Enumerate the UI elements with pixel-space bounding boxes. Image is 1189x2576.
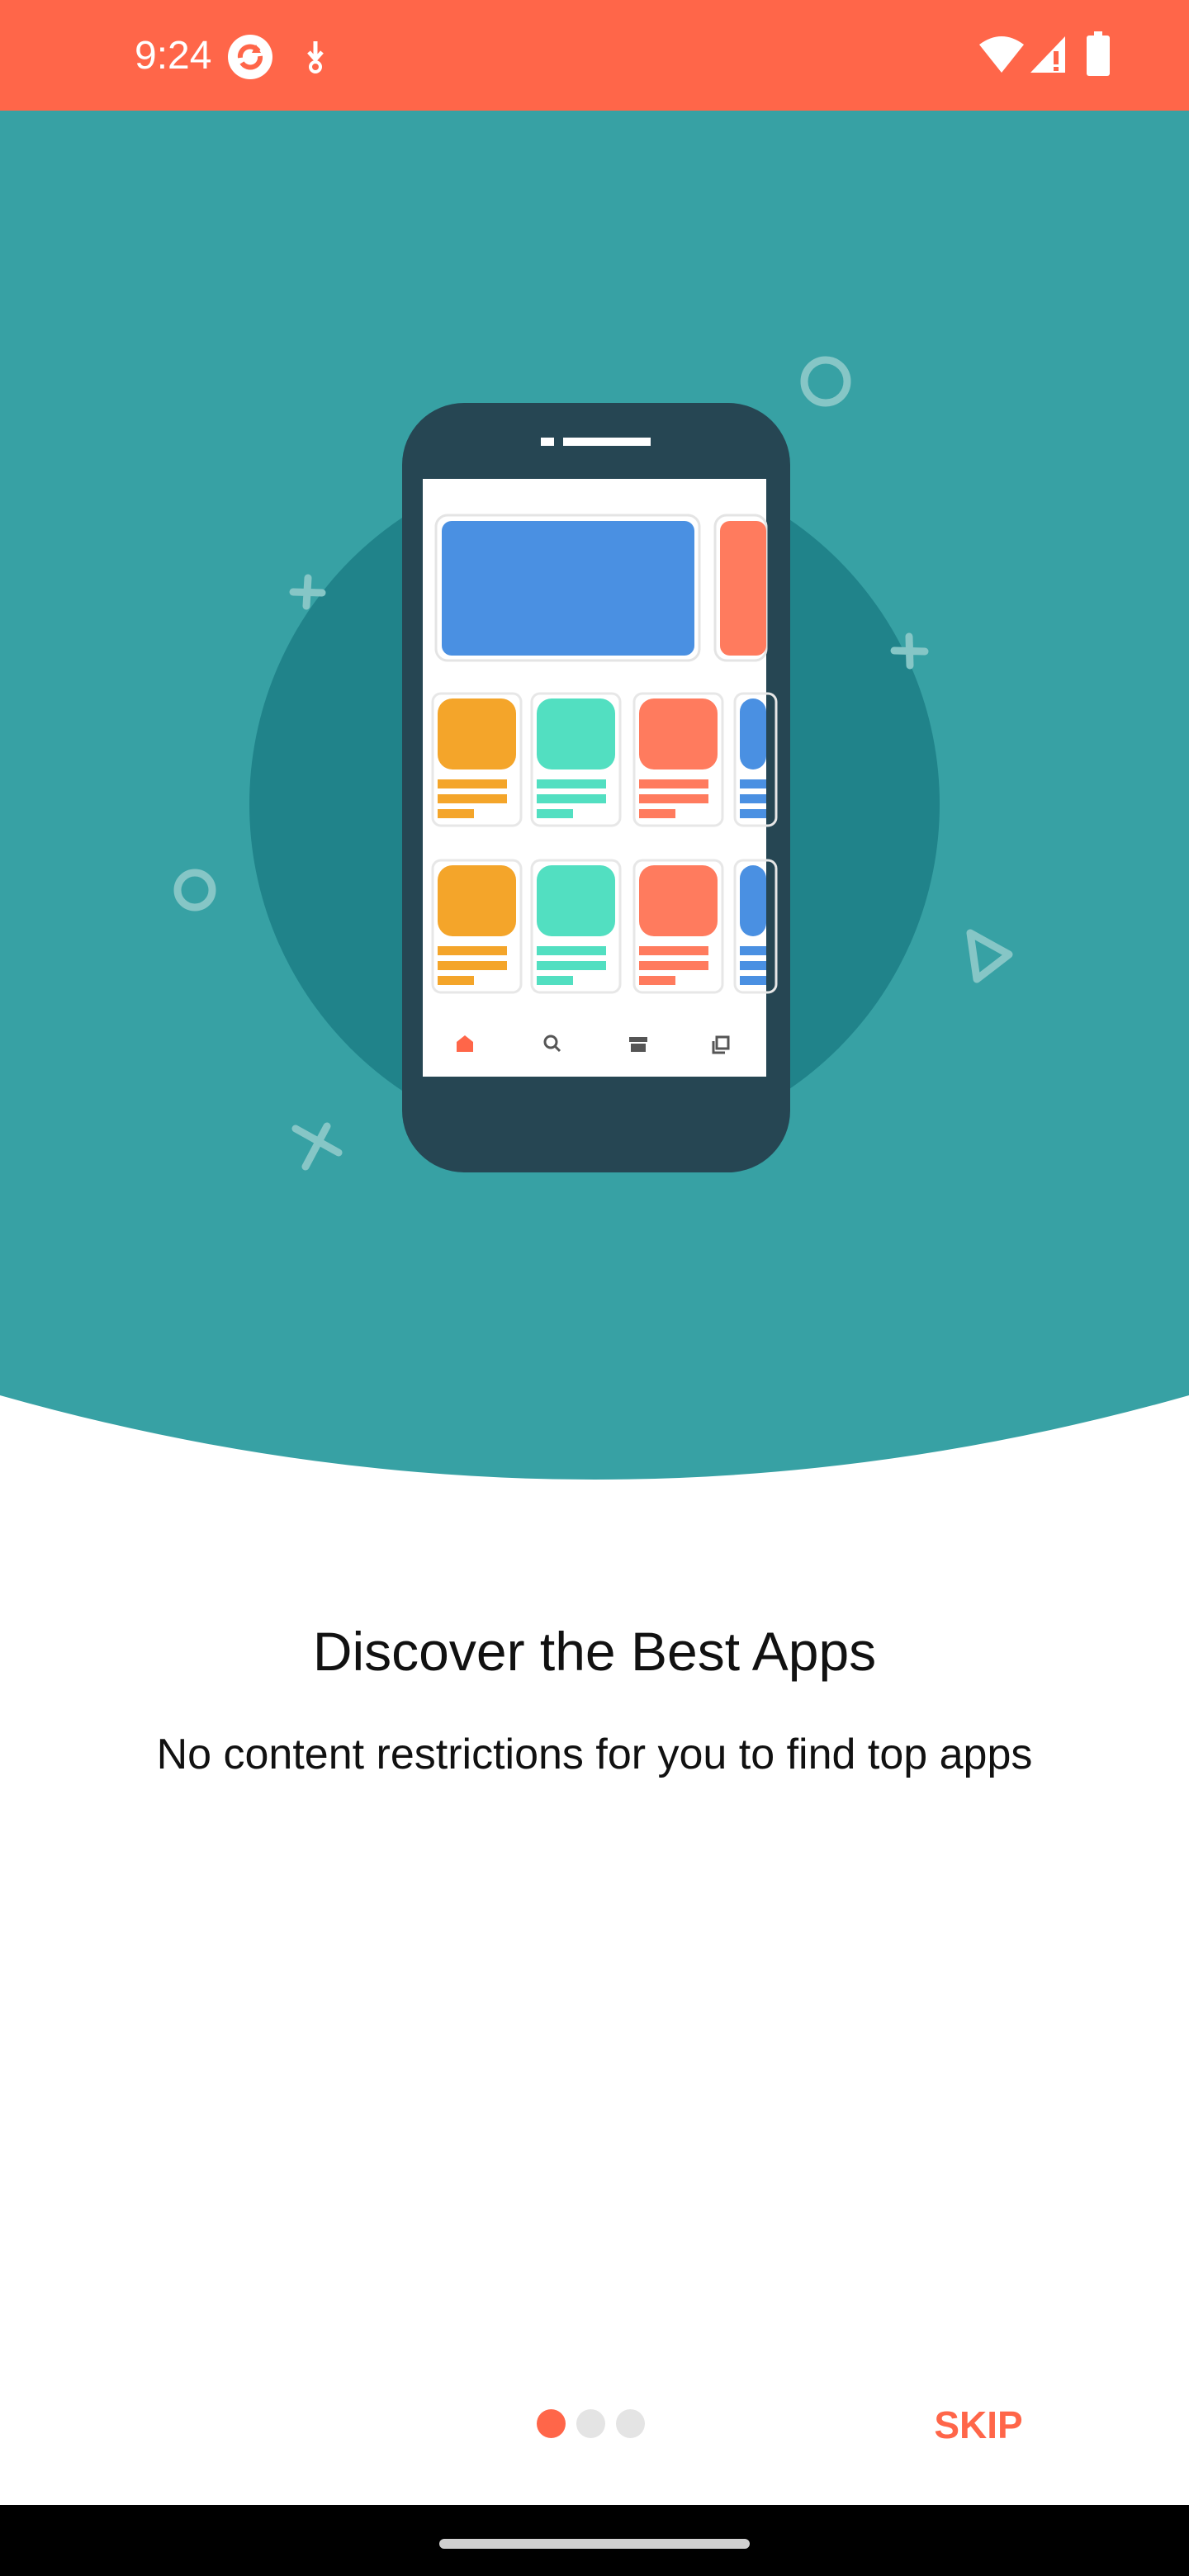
battery-icon xyxy=(1087,31,1110,76)
status-time: 9:24 xyxy=(135,34,212,78)
page-indicator-dot-1[interactable] xyxy=(537,2409,566,2438)
status-bar: 9:24 xyxy=(0,0,1189,111)
cellular-signal-icon xyxy=(1030,36,1065,73)
page-indicator-dot-2[interactable] xyxy=(576,2409,605,2438)
onboarding-illustration xyxy=(0,111,1189,1481)
onboarding-subtitle: No content restrictions for you to find … xyxy=(156,1731,1033,1778)
wifi-icon xyxy=(979,36,1024,73)
sync-app-icon xyxy=(228,35,272,79)
store-icon xyxy=(629,1037,647,1052)
skip-button[interactable]: SKIP xyxy=(908,2394,1049,2456)
phone-illustration xyxy=(402,403,790,1172)
home-gesture-handle[interactable] xyxy=(439,2539,750,2549)
page-indicator xyxy=(537,2409,645,2442)
onboarding-title: Discover the Best Apps xyxy=(312,1621,877,1682)
download-notification-icon xyxy=(307,41,324,73)
page-indicator-dot-3[interactable] xyxy=(616,2409,645,2438)
